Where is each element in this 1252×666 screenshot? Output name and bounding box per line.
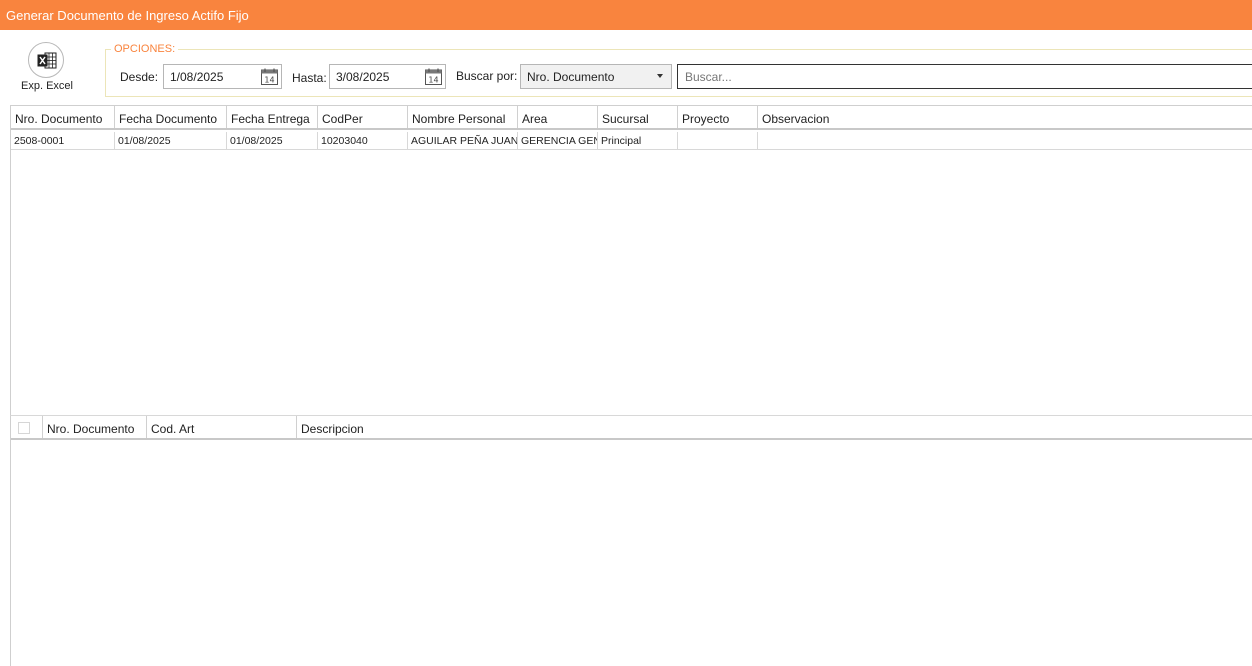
cell-observacion — [758, 132, 1252, 149]
hasta-date-value: 3/08/2025 — [336, 70, 390, 84]
col-fecha-documento[interactable]: Fecha Documento — [115, 106, 227, 128]
svg-text:14: 14 — [264, 76, 274, 85]
excel-icon — [37, 52, 57, 69]
hasta-date-field[interactable]: 3/08/2025 14 — [329, 64, 446, 89]
buscar-por-label: Buscar por: — [456, 69, 518, 83]
export-excel-label: Exp. Excel — [21, 80, 73, 92]
calendar-icon[interactable]: 14 — [261, 68, 278, 85]
cell-area: GERENCIA GEN — [518, 132, 598, 149]
desde-date-field[interactable]: 1/08/2025 14 — [163, 64, 282, 89]
col-sucursal[interactable]: Sucursal — [598, 106, 678, 128]
col-select-all — [11, 416, 43, 438]
col-proyecto[interactable]: Proyecto — [678, 106, 758, 128]
desde-label: Desde: — [120, 70, 159, 84]
excel-button-circle — [28, 42, 64, 78]
cell-sucursal: Principal — [598, 132, 678, 149]
cell-nro-documento: 2508-0001 — [11, 132, 115, 149]
cell-codper: 10203040 — [318, 132, 408, 149]
col-nombre-personal[interactable]: Nombre Personal — [408, 106, 518, 128]
calendar-icon[interactable]: 14 — [425, 68, 442, 85]
cell-nombre-personal: AGUILAR PEÑA JUAN — [408, 132, 518, 149]
col-observacion[interactable]: Observacion — [758, 106, 1252, 128]
select-all-checkbox[interactable] — [18, 422, 30, 434]
col-fecha-entrega[interactable]: Fecha Entrega — [227, 106, 318, 128]
title-bar: Generar Documento de Ingreso Actifo Fijo — [0, 0, 1252, 30]
buscar-por-value: Nro. Documento — [527, 70, 615, 84]
detail-grid-header: Nro. Documento Cod. Art Descripcion — [11, 416, 1252, 440]
desde-date-value: 1/08/2025 — [170, 70, 224, 84]
hasta-label: Hasta: — [292, 71, 327, 85]
col-cod-art[interactable]: Cod. Art — [147, 416, 297, 438]
buscar-por-select[interactable]: Nro. Documento — [520, 64, 672, 89]
col-detail-nro-documento[interactable]: Nro. Documento — [43, 416, 147, 438]
col-codper[interactable]: CodPer — [318, 106, 408, 128]
table-row[interactable]: 2508-0001 01/08/2025 01/08/2025 10203040… — [11, 132, 1252, 150]
documents-grid-header: Nro. Documento Fecha Documento Fecha Ent… — [11, 106, 1252, 130]
col-descripcion[interactable]: Descripcion — [297, 416, 1252, 438]
detail-grid: Nro. Documento Cod. Art Descripcion — [10, 415, 1252, 666]
svg-text:14: 14 — [428, 76, 438, 85]
cell-proyecto — [678, 132, 758, 149]
options-legend: OPCIONES: — [111, 43, 179, 55]
col-area[interactable]: Area — [518, 106, 598, 128]
cell-fecha-entrega: 01/08/2025 — [227, 132, 318, 149]
cell-fecha-documento: 01/08/2025 — [115, 132, 227, 149]
documents-grid: Nro. Documento Fecha Documento Fecha Ent… — [10, 105, 1252, 415]
col-nro-documento[interactable]: Nro. Documento — [11, 106, 115, 128]
window-title: Generar Documento de Ingreso Actifo Fijo — [6, 8, 249, 23]
search-input[interactable] — [677, 64, 1252, 89]
export-excel-button[interactable]: Exp. Excel — [16, 42, 78, 96]
dropdown-arrow-icon — [657, 74, 663, 78]
